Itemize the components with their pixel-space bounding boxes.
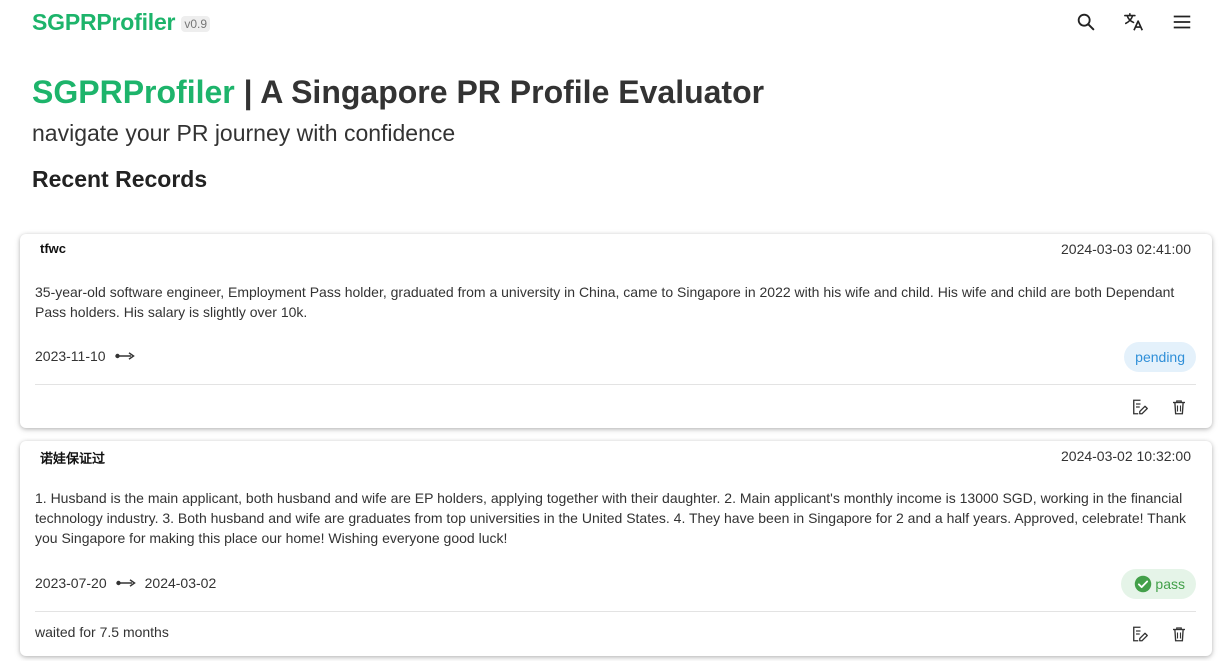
record-actions <box>1128 623 1190 645</box>
divider <box>35 611 1196 612</box>
record-date-range: 2023-07-20 2024-03-02 <box>35 575 216 591</box>
record-card[interactable]: tfwc 2024-03-03 02:41:00 35-year-old sof… <box>20 234 1212 428</box>
translate-icon <box>1124 12 1144 31</box>
trash-icon <box>1173 400 1185 415</box>
language-button[interactable] <box>1119 8 1149 36</box>
version-badge: v0.9 <box>181 16 210 32</box>
record-end-date: 2024-03-02 <box>144 575 217 591</box>
search-button[interactable] <box>1071 8 1101 36</box>
recent-records-heading: Recent Records <box>32 166 208 192</box>
menu-icon <box>1173 15 1191 29</box>
record-date-range: 2023-11-10 <box>35 348 144 364</box>
page-title-rest: | A Singapore PR Profile Evaluator <box>234 74 765 110</box>
record-start-date: 2023-11-10 <box>35 348 106 364</box>
waited-duration: waited for 7.5 months <box>35 624 169 640</box>
record-description: 1. Husband is the main applicant, both h… <box>35 490 1187 546</box>
check-circle-icon <box>1135 575 1152 593</box>
record-card[interactable]: 诺娃保证过 2024-03-02 10:32:00 1. Husband is … <box>20 441 1212 656</box>
status-label: pass <box>1155 576 1185 592</box>
record-actions <box>1128 396 1190 418</box>
menu-button[interactable] <box>1167 8 1197 36</box>
record-description: 35-year-old software engineer, Employmen… <box>35 284 1175 320</box>
edit-button[interactable] <box>1128 623 1150 645</box>
trash-icon <box>1173 627 1185 642</box>
record-title: tfwc <box>40 241 66 256</box>
page-subtitle: navigate your PR journey with confidence <box>32 120 456 146</box>
top-actions <box>1071 8 1197 36</box>
record-datetime: 2024-03-03 02:41:00 <box>1061 241 1191 257</box>
edit-button[interactable] <box>1128 396 1150 418</box>
range-arrow-icon <box>115 579 136 587</box>
search-icon <box>1077 13 1095 31</box>
top-app-bar: SGPRProfiler v0.9 <box>0 0 1227 44</box>
edit-note-icon <box>1133 626 1148 642</box>
delete-button[interactable] <box>1168 396 1190 418</box>
status-label: pending <box>1135 349 1185 365</box>
divider <box>35 384 1196 385</box>
brand-name[interactable]: SGPRProfiler <box>32 9 176 36</box>
status-badge: pending <box>1124 342 1196 372</box>
page-title-accent: SGPRProfiler <box>32 74 235 110</box>
brand[interactable]: SGPRProfiler v0.9 <box>32 9 210 36</box>
record-title: 诺娃保证过 <box>40 451 106 466</box>
record-start-date: 2023-07-20 <box>35 575 107 591</box>
delete-button[interactable] <box>1168 623 1190 645</box>
edit-note-icon <box>1133 399 1148 415</box>
status-badge: pass <box>1121 569 1196 599</box>
record-datetime: 2024-03-02 10:32:00 <box>1061 448 1191 464</box>
range-arrow-icon <box>114 352 135 360</box>
page-title: SGPRProfiler | A Singapore PR Profile Ev… <box>32 74 764 111</box>
